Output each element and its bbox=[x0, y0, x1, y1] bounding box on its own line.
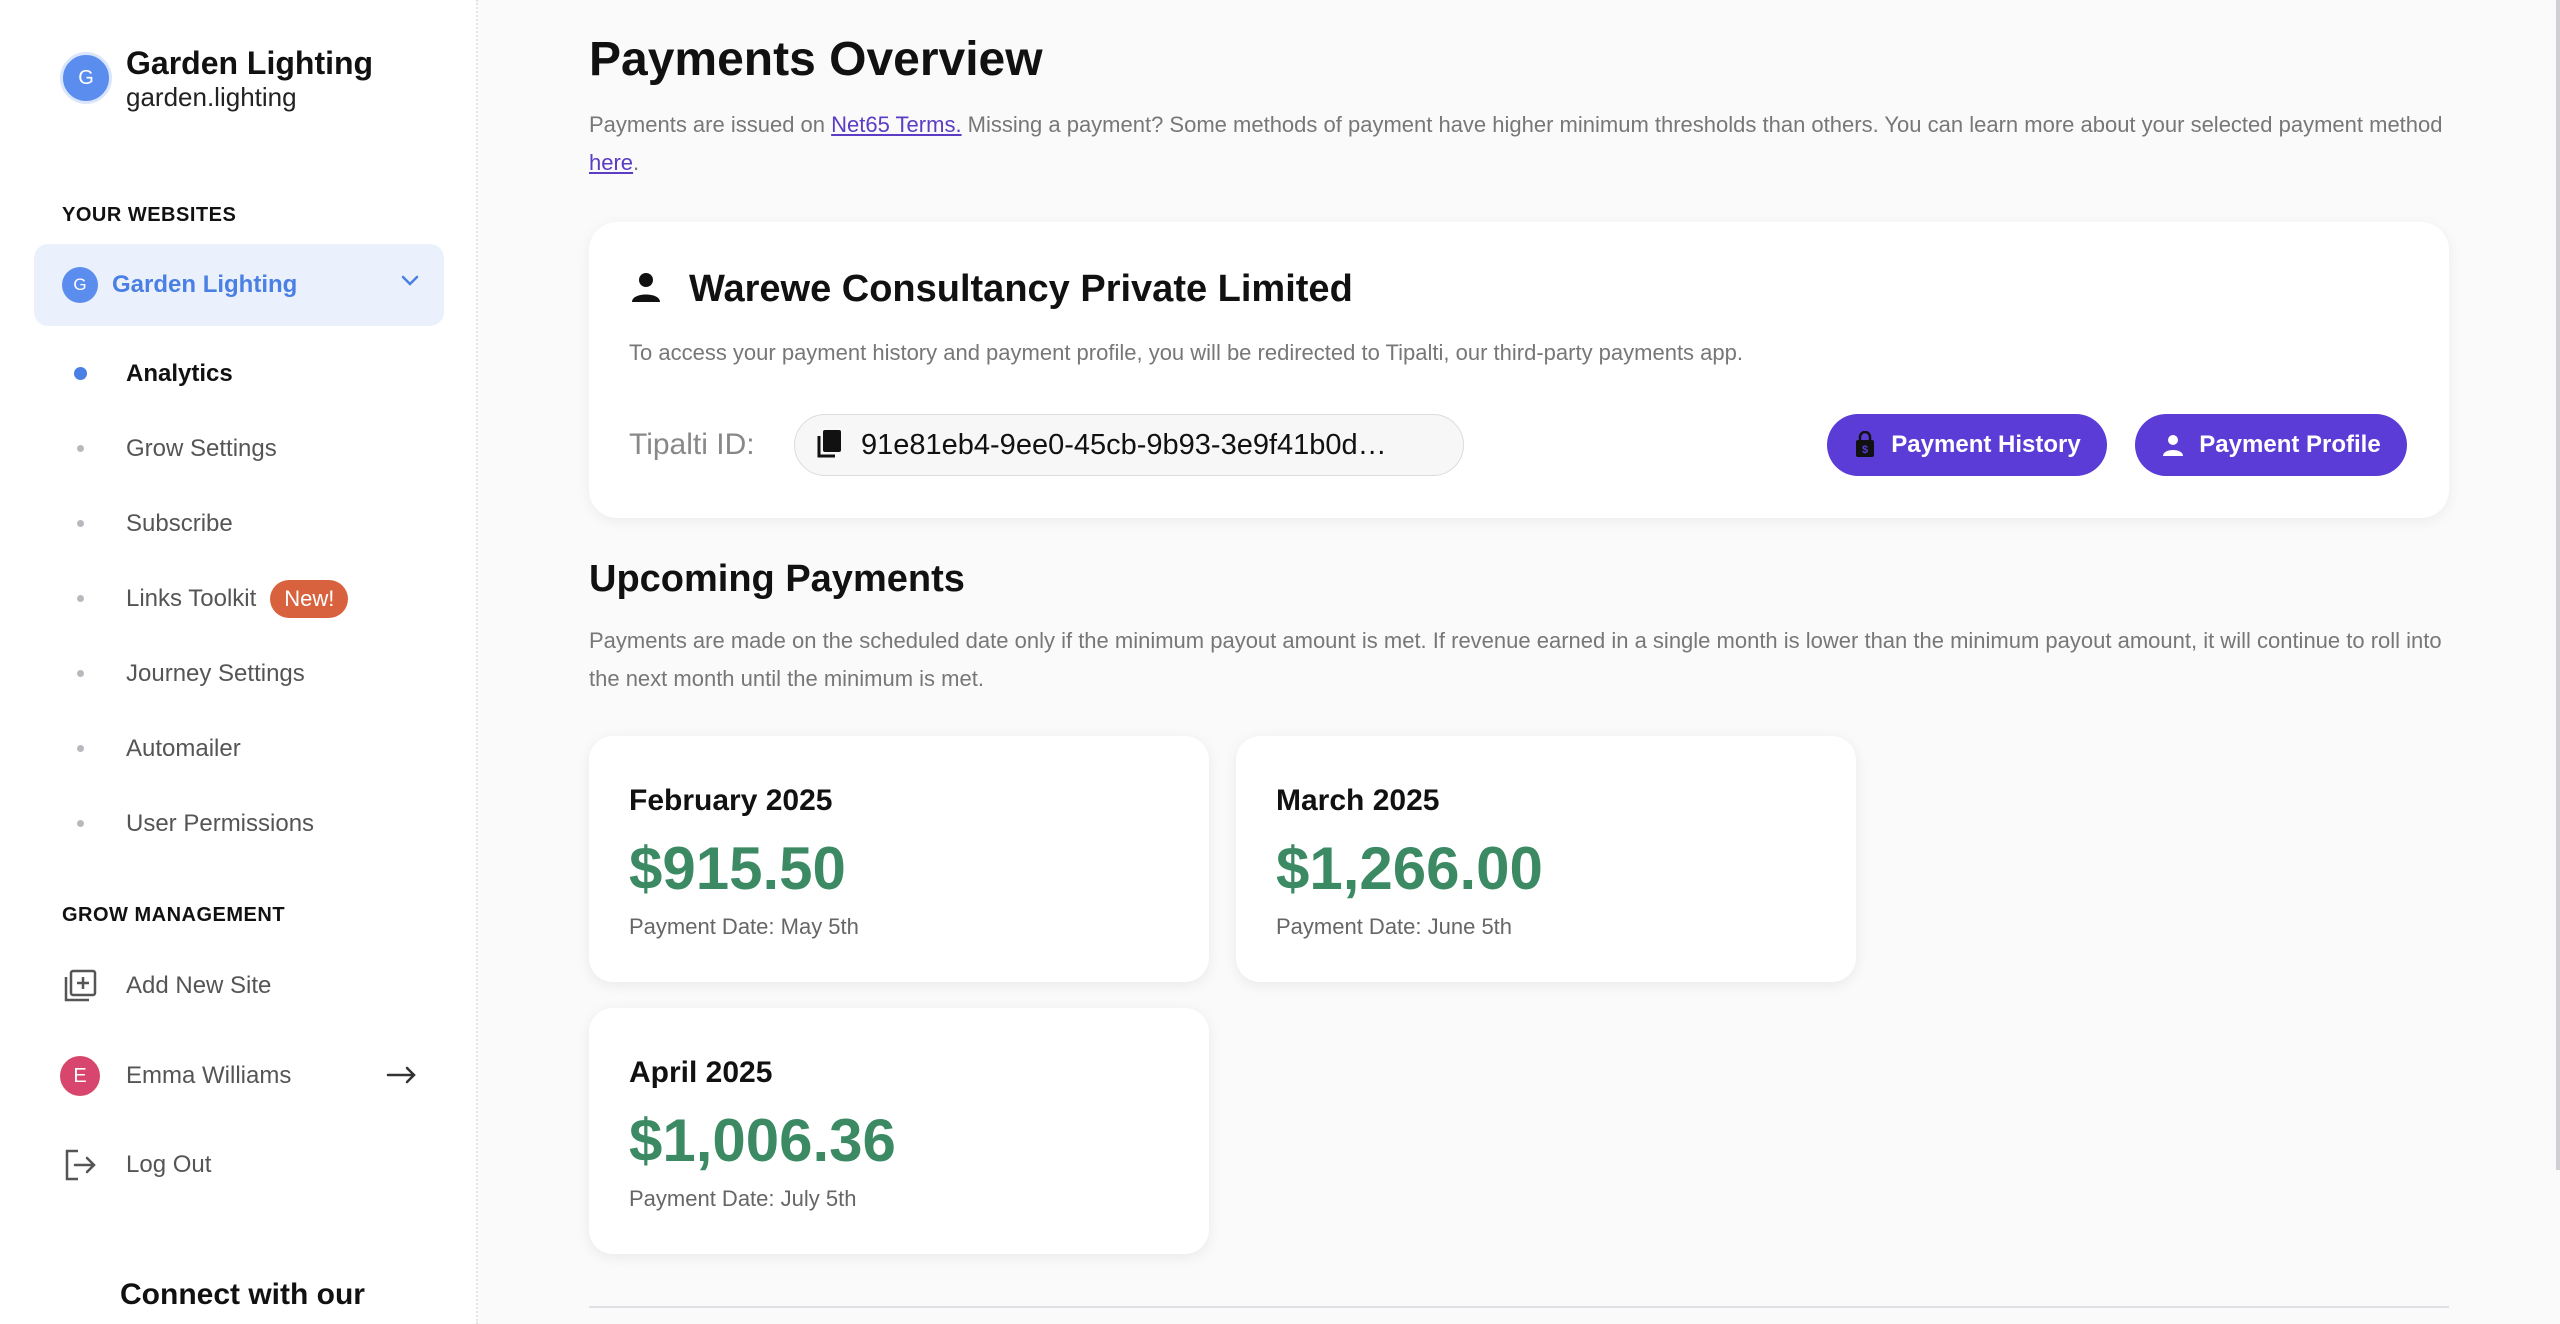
sidebar-item-label: Journey Settings bbox=[126, 659, 305, 687]
nav-dot bbox=[74, 367, 87, 380]
payment-card: February 2025 $915.50 Payment Date: May … bbox=[589, 736, 1209, 982]
payment-amount: $915.50 bbox=[629, 835, 846, 902]
tipalti-label: Tipalti ID: bbox=[629, 428, 755, 461]
intro-before: Payments are issued on bbox=[589, 112, 832, 137]
intro-after: . bbox=[633, 150, 640, 175]
nav-dot bbox=[77, 595, 84, 602]
upcoming-payments-title: Upcoming Payments bbox=[589, 558, 965, 600]
new-badge: New! bbox=[270, 579, 349, 618]
payment-profile-button[interactable]: Payment Profile bbox=[2135, 414, 2407, 476]
sidebar-item-label: Subscribe bbox=[126, 509, 233, 537]
net65-terms-link[interactable]: Net65 Terms. bbox=[831, 112, 961, 137]
logout-label: Log Out bbox=[126, 1151, 212, 1178]
add-new-site-label: Add New Site bbox=[126, 972, 272, 999]
site-selector[interactable]: G Garden Lighting bbox=[34, 244, 444, 326]
payment-card: April 2025 $1,006.36 Payment Date: July … bbox=[589, 1008, 1209, 1254]
shopping-bag-icon: $ bbox=[1853, 431, 1877, 459]
user-name: Emma Williams bbox=[126, 1062, 292, 1089]
sidebar-item-label: Automailer bbox=[126, 734, 241, 762]
site-avatar: G bbox=[62, 267, 98, 303]
brand-domain: garden.lighting bbox=[126, 82, 297, 112]
sidebar-nav: Analytics Grow Settings Subscribe Links … bbox=[0, 336, 478, 861]
sidebar-item-label: Analytics bbox=[126, 359, 233, 387]
connect-heading: Connect with our bbox=[120, 1278, 365, 1311]
chevron-down-icon bbox=[400, 274, 420, 293]
add-new-site-button[interactable]: Add New Site bbox=[60, 956, 440, 1016]
sidebar-item-label: Links Toolkit bbox=[126, 584, 257, 612]
page-title: Payments Overview bbox=[589, 33, 1043, 86]
logout-icon bbox=[60, 1145, 100, 1185]
payment-date: Payment Date: July 5th bbox=[629, 1186, 857, 1211]
nav-dot bbox=[77, 820, 84, 827]
sidebar: G Garden Lighting garden.lighting YOUR W… bbox=[0, 0, 478, 1324]
sidebar-item-subscribe[interactable]: Subscribe bbox=[0, 486, 478, 561]
payment-method-link[interactable]: here bbox=[589, 150, 633, 175]
payment-amount: $1,266.00 bbox=[1276, 835, 1543, 902]
payment-history-button[interactable]: $ Payment History bbox=[1827, 414, 2107, 476]
tipalti-id-copy[interactable]: 91e81eb4-9ee0-45cb-9b93-3e9f41b0d… bbox=[794, 414, 1464, 476]
sidebar-item-label: Grow Settings bbox=[126, 434, 277, 462]
intro-middle: Missing a payment? Some methods of payme… bbox=[961, 112, 2443, 137]
arrow-right-icon[interactable] bbox=[386, 1062, 420, 1095]
account-name: Warewe Consultancy Private Limited bbox=[689, 268, 1353, 310]
svg-text:$: $ bbox=[1862, 444, 1868, 456]
brand-avatar: G bbox=[60, 52, 112, 104]
app-root: G Garden Lighting garden.lighting YOUR W… bbox=[0, 0, 2560, 1324]
nav-dot bbox=[77, 445, 84, 452]
payment-month: February 2025 bbox=[629, 784, 833, 817]
payment-amount: $1,006.36 bbox=[629, 1107, 896, 1174]
payment-card: March 2025 $1,266.00 Payment Date: June … bbox=[1236, 736, 1856, 982]
intro-text: Payments are issued on Net65 Terms. Miss… bbox=[589, 106, 2449, 182]
sidebar-item-analytics[interactable]: Analytics bbox=[0, 336, 478, 411]
user-profile-row[interactable]: E Emma Williams bbox=[60, 1046, 440, 1106]
scrollbar[interactable] bbox=[2556, 0, 2560, 1170]
websites-heading: YOUR WEBSITES bbox=[62, 204, 237, 226]
copy-icon bbox=[815, 428, 843, 463]
sidebar-item-links-toolkit[interactable]: Links Toolkit New! bbox=[0, 561, 478, 636]
brand-name: Garden Lighting bbox=[126, 45, 374, 81]
sidebar-item-user-permissions[interactable]: User Permissions bbox=[0, 786, 478, 861]
grow-management-heading: GROW MANAGEMENT bbox=[62, 904, 286, 926]
sidebar-item-grow-settings[interactable]: Grow Settings bbox=[0, 411, 478, 486]
sidebar-item-journey-settings[interactable]: Journey Settings bbox=[0, 636, 478, 711]
sidebar-item-automailer[interactable]: Automailer bbox=[0, 711, 478, 786]
payment-date: Payment Date: May 5th bbox=[629, 914, 859, 939]
section-divider bbox=[589, 1306, 2449, 1308]
user-avatar: E bbox=[60, 1056, 100, 1096]
add-site-icon bbox=[60, 966, 100, 1006]
logout-button[interactable]: Log Out bbox=[60, 1135, 440, 1195]
account-card: Warewe Consultancy Private Limited To ac… bbox=[589, 222, 2449, 518]
sidebar-item-label: User Permissions bbox=[126, 809, 315, 837]
brand[interactable]: G Garden Lighting garden.lighting bbox=[60, 44, 373, 112]
payment-date: Payment Date: June 5th bbox=[1276, 914, 1513, 939]
account-note: To access your payment history and payme… bbox=[629, 340, 1743, 365]
payment-month: April 2025 bbox=[629, 1056, 773, 1089]
payment-month: March 2025 bbox=[1276, 784, 1440, 817]
payment-history-label: Payment History bbox=[1891, 431, 2081, 458]
upcoming-payments-description: Payments are made on the scheduled date … bbox=[589, 628, 2442, 691]
nav-dot bbox=[77, 745, 84, 752]
tipalti-id-value: 91e81eb4-9ee0-45cb-9b93-3e9f41b0d… bbox=[861, 428, 1387, 461]
person-icon bbox=[2161, 433, 2185, 457]
nav-dot bbox=[77, 670, 84, 677]
payment-profile-label: Payment Profile bbox=[2199, 431, 2381, 458]
site-selector-label: Garden Lighting bbox=[112, 271, 298, 298]
person-icon bbox=[629, 270, 663, 309]
nav-dot bbox=[77, 520, 84, 527]
